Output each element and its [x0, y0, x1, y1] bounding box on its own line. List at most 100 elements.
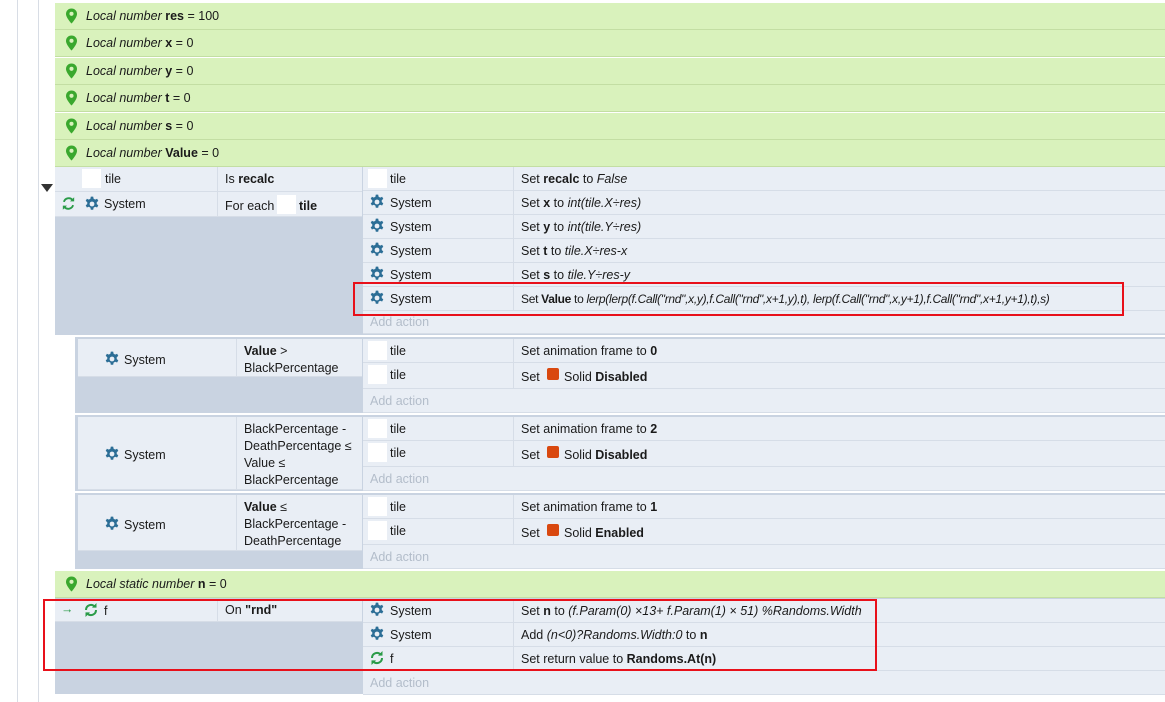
- action-row[interactable]: System Set t to tile.X÷res-x: [363, 239, 1165, 263]
- condition-text: For each: [225, 199, 275, 213]
- variable-text: Local static number n = 0: [86, 577, 227, 591]
- location-pin-icon: [65, 576, 78, 592]
- condition-object: System: [104, 197, 146, 211]
- add-action-row[interactable]: Add action: [363, 671, 1165, 695]
- location-pin-icon: [65, 8, 78, 24]
- condition-row[interactable]: tile Is recalc: [55, 167, 362, 192]
- action-object: tile: [390, 446, 406, 460]
- tile-object-icon: [368, 443, 387, 462]
- action-row[interactable]: System Set y to int(tile.Y÷res): [363, 215, 1165, 239]
- outline-guide: [17, 0, 18, 702]
- action-text: Set x to int(tile.X÷res): [521, 196, 642, 210]
- tile-object-icon: [368, 169, 387, 188]
- action-row[interactable]: tile Set recalc to False: [363, 167, 1165, 191]
- action-text: Solid Disabled: [564, 370, 648, 384]
- location-pin-icon: [65, 90, 78, 106]
- local-variable-x[interactable]: Local number x = 0: [55, 30, 1165, 57]
- action-object: tile: [390, 524, 406, 538]
- action-object: tile: [390, 422, 406, 436]
- action-row[interactable]: tile Set animation frame to 1: [363, 495, 1165, 519]
- condition-text: Value ≤: [244, 500, 288, 514]
- variable-text: Local number s = 0: [86, 119, 194, 133]
- condition-text: BlackPercentage: [244, 473, 339, 487]
- action-text: Set t to tile.X÷res-x: [521, 244, 628, 258]
- action-row[interactable]: tile Set animation frame to 0: [363, 339, 1165, 363]
- tile-object-icon: [368, 419, 387, 438]
- action-object: System: [390, 220, 432, 234]
- collapse-arrow-icon[interactable]: [41, 184, 53, 192]
- sub-event-block: System BlackPercentage - DeathPercentage…: [75, 415, 1165, 491]
- variable-text: Local number Value = 0: [86, 146, 220, 160]
- add-action-row[interactable]: Add action: [363, 389, 1165, 413]
- local-static-variable-n[interactable]: Local static number n = 0: [55, 571, 1165, 598]
- add-action-link[interactable]: Add action: [370, 315, 429, 329]
- condition-row[interactable]: System Value > BlackPercentage: [78, 339, 362, 377]
- outline-guide: [38, 0, 39, 702]
- condition-text: tile: [299, 199, 318, 213]
- condition-object: tile: [105, 172, 121, 186]
- action-object: tile: [390, 368, 406, 382]
- tile-object-icon: [368, 341, 387, 360]
- action-row[interactable]: tile Set Solid Disabled: [363, 441, 1165, 467]
- solid-behavior-icon: [547, 368, 559, 380]
- variable-text: Local number y = 0: [86, 64, 194, 78]
- variable-text: Local number res = 100: [86, 9, 220, 23]
- action-text: Set recalc to False: [521, 172, 628, 186]
- condition-row[interactable]: System For each tile: [55, 192, 362, 217]
- location-pin-icon: [65, 63, 78, 79]
- local-variable-y[interactable]: Local number y = 0: [55, 58, 1165, 85]
- condition-text: Value >: [244, 344, 288, 358]
- local-variable-s[interactable]: Local number s = 0: [55, 113, 1165, 140]
- action-row[interactable]: tile Set animation frame to 2: [363, 417, 1165, 441]
- tile-object-icon: [82, 169, 101, 188]
- action-object: tile: [390, 344, 406, 358]
- action-row[interactable]: tile Set Solid Enabled: [363, 519, 1165, 545]
- action-row[interactable]: tile Set Solid Disabled: [363, 363, 1165, 389]
- local-variable-t[interactable]: Local number t = 0: [55, 85, 1165, 112]
- tile-object-icon: [277, 195, 296, 214]
- action-object: System: [390, 244, 432, 258]
- local-variable-res[interactable]: Local number res = 100: [55, 3, 1165, 30]
- add-action-link[interactable]: Add action: [370, 394, 429, 408]
- action-text: Set y to int(tile.Y÷res): [521, 220, 642, 234]
- highlight-box: [353, 282, 1124, 316]
- add-action-link[interactable]: Add action: [370, 550, 429, 564]
- gear-icon: [84, 196, 100, 212]
- location-pin-icon: [65, 118, 78, 134]
- add-action-row[interactable]: Add action: [363, 467, 1165, 491]
- gear-icon: [369, 218, 385, 234]
- condition-text: Value ≤: [244, 456, 286, 470]
- action-row[interactable]: System Set x to int(tile.X÷res): [363, 191, 1165, 215]
- action-text: Set animation frame to 1: [521, 500, 658, 514]
- action-object: System: [390, 268, 432, 282]
- location-pin-icon: [65, 35, 78, 51]
- add-action-link[interactable]: Add action: [370, 676, 429, 690]
- condition-text: DeathPercentage ≤: [244, 439, 352, 453]
- add-action-link[interactable]: Add action: [370, 472, 429, 486]
- action-text: Set: [521, 448, 540, 462]
- gear-icon: [369, 266, 385, 282]
- gear-icon: [369, 194, 385, 210]
- condition-object: System: [124, 448, 166, 462]
- condition-row[interactable]: System BlackPercentage - DeathPercentage…: [78, 417, 362, 490]
- solid-behavior-icon: [547, 446, 559, 458]
- action-text: Set: [521, 370, 540, 384]
- gear-icon: [104, 446, 120, 462]
- gear-icon: [369, 242, 385, 258]
- gear-icon: [104, 516, 120, 532]
- condition-row[interactable]: System Value ≤ BlackPercentage - DeathPe…: [78, 495, 362, 551]
- sub-event-block: System Value > BlackPercentage tile Set …: [75, 337, 1165, 413]
- tile-object-icon: [368, 365, 387, 384]
- condition-text: BlackPercentage -: [244, 517, 347, 531]
- tile-object-icon: [368, 521, 387, 540]
- add-action-row[interactable]: Add action: [363, 545, 1165, 569]
- condition-text: Is recalc: [225, 172, 275, 186]
- condition-object: System: [124, 518, 166, 532]
- condition-text: DeathPercentage: [244, 534, 342, 548]
- action-text: Solid Disabled: [564, 448, 648, 462]
- highlight-box: [43, 599, 877, 671]
- action-text: Set s to tile.Y÷res-y: [521, 268, 631, 282]
- variable-text: Local number x = 0: [86, 36, 194, 50]
- location-pin-icon: [65, 145, 78, 161]
- local-variable-value[interactable]: Local number Value = 0: [55, 140, 1165, 167]
